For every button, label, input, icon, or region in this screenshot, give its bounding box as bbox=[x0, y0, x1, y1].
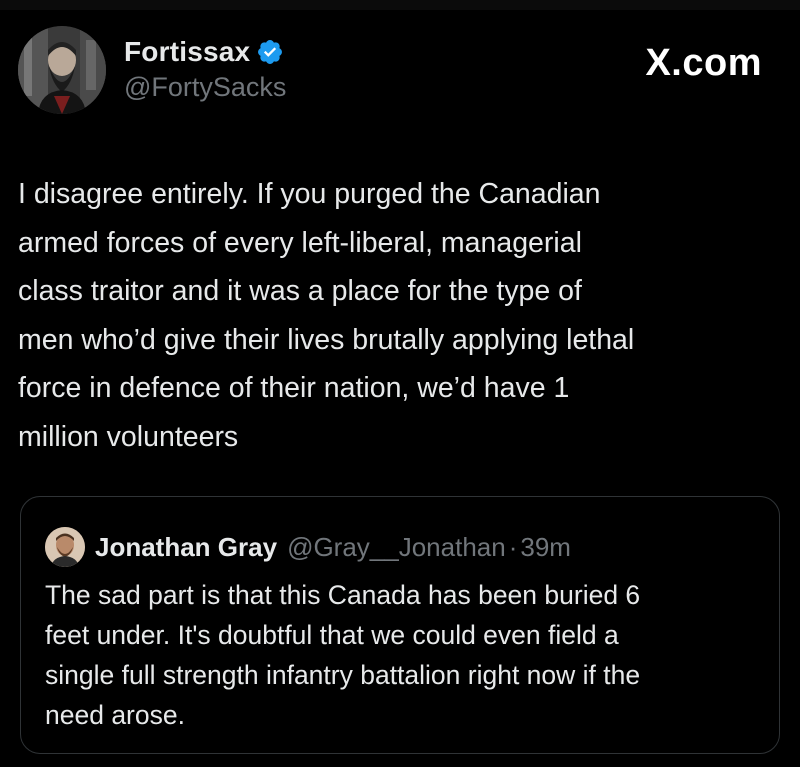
quoted-author-avatar[interactable] bbox=[45, 527, 85, 567]
brand-watermark: X.com bbox=[645, 42, 762, 84]
quoted-text-line: single full strength infantry battalion … bbox=[45, 660, 641, 690]
post-text-line: class traitor and it was a place for the… bbox=[18, 275, 582, 307]
quoted-author-display-name[interactable]: Jonathan Gray bbox=[95, 532, 277, 563]
author-display-name[interactable]: Fortissax bbox=[124, 36, 250, 68]
post-text-line: I disagree entirely. If you purged the C… bbox=[18, 178, 601, 210]
separator-dot: · bbox=[508, 531, 518, 562]
profile-photo-icon bbox=[18, 26, 106, 114]
quoted-post-card[interactable]: Jonathan Gray @Gray__Jonathan · 39m The … bbox=[20, 496, 780, 754]
quoted-post-text: The sad part is that this Canada has bee… bbox=[45, 575, 755, 735]
post-text: I disagree entirely. If you purged the C… bbox=[18, 170, 778, 461]
post-text-line: force in defence of their nation, we’d h… bbox=[18, 372, 570, 404]
quoted-text-line: The sad part is that this Canada has bee… bbox=[45, 580, 641, 610]
profile-photo-icon bbox=[45, 527, 85, 567]
post-text-line: men who’d give their lives brutally appl… bbox=[18, 323, 635, 356]
quoted-post-timestamp[interactable]: 39m bbox=[520, 532, 571, 563]
author-handle[interactable]: @FortySacks bbox=[124, 72, 286, 103]
author-info: Fortissax @FortySacks bbox=[124, 36, 286, 103]
author-avatar[interactable] bbox=[18, 26, 106, 114]
quoted-post-header: Jonathan Gray @Gray__Jonathan · 39m bbox=[45, 527, 571, 567]
top-bar bbox=[0, 0, 800, 10]
quoted-text-line: feet under. It's doubtful that we could … bbox=[45, 620, 619, 650]
post-text-line: armed forces of every left-liberal, mana… bbox=[18, 226, 582, 259]
post-text-line: million volunteers bbox=[18, 420, 239, 453]
verified-badge-icon bbox=[258, 40, 283, 64]
quoted-text-line: need arose. bbox=[45, 700, 185, 730]
quoted-author-handle[interactable]: @Gray__Jonathan bbox=[287, 532, 506, 563]
post-header: Fortissax @FortySacks X.com bbox=[18, 26, 778, 116]
